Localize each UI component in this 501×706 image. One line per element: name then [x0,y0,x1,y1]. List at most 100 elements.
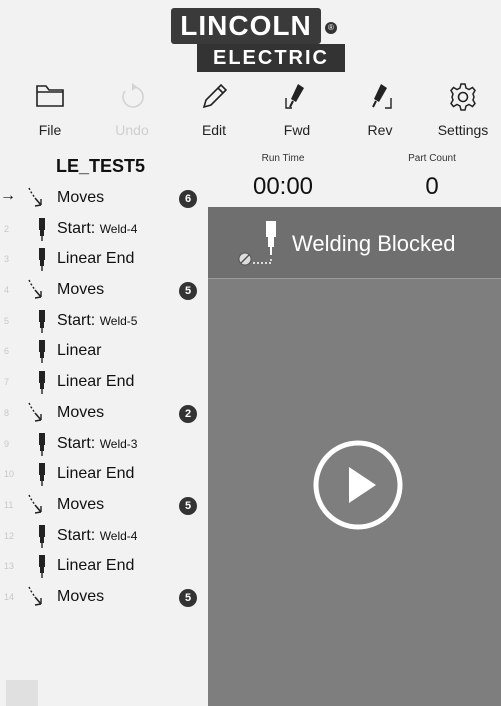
step-row[interactable]: 13 Linear End [0,551,208,582]
step-row[interactable]: 2 Start: Weld-4 [0,214,208,245]
step-number: 13 [4,561,15,572]
settings-button[interactable]: Settings [431,82,495,142]
step-label-main: Linear End [57,465,135,483]
step-label: Linear [57,342,101,360]
moves-icon [21,400,51,426]
step-row[interactable]: 6 Linear [0,336,208,367]
step-label-main: Moves [57,587,105,605]
execution-panel: Welding Blocked [208,207,501,706]
torch-icon [21,369,51,395]
step-list: → Moves 6 2 Start: Weld-4 3 Linear End 4 Moves 5 5… [0,183,208,613]
moves-icon [21,584,51,610]
step-label-main: Start: [57,434,100,452]
step-label: Start: Weld-5 [57,312,137,330]
logo-registered-mark: ® [325,22,337,34]
run-time-label: Run Time [261,153,305,164]
moves-icon [21,492,51,518]
file-button[interactable]: File [18,82,82,142]
step-label-sub: Weld-5 [99,313,138,328]
rev-label: Rev [367,122,393,138]
step-label: Moves [57,189,104,207]
step-label-main: Start: [57,219,100,237]
step-label: Moves [57,404,104,422]
fwd-button[interactable]: Fwd [265,82,329,142]
step-number: 4 [4,285,10,296]
edit-button[interactable]: Edit [182,82,246,142]
gear-icon [431,82,495,116]
step-row[interactable]: 3 Linear End [0,244,208,275]
step-label: Start: Weld-4 [57,220,137,238]
step-label-main: Linear End [57,373,135,391]
step-row[interactable]: 12 Start: Weld-4 [0,521,208,552]
step-number: 9 [4,438,10,449]
step-row[interactable]: 7 Linear End [0,367,208,398]
welding-blocked-icon [236,219,286,267]
step-row[interactable]: 4 Moves 5 [0,275,208,306]
step-label: Start: Weld-3 [57,435,137,453]
step-row[interactable]: 9 Start: Weld-3 [0,429,208,460]
torch-reverse-icon [348,82,412,116]
play-button[interactable] [312,439,404,531]
step-label-sub: Weld-3 [99,436,138,451]
step-label: Linear End [57,465,134,483]
step-label-main: Start: [57,526,100,544]
step-number: 5 [4,315,10,326]
welding-blocked-banner: Welding Blocked [208,207,501,279]
play-icon [313,440,403,530]
torch-icon [21,338,51,364]
step-label-main: Moves [57,403,105,421]
part-count-value: 0 [425,173,439,200]
pencil-icon [182,82,246,116]
torch-forward-icon [265,82,329,116]
step-label: Linear End [57,557,134,575]
step-label: Moves [57,588,104,606]
step-number: 11 [4,499,14,510]
step-label-main: Moves [57,281,105,299]
step-label: Linear End [57,250,134,268]
step-label-main: Linear End [57,557,135,575]
step-row[interactable]: 10 Linear End [0,459,208,490]
move-count-badge: 6 [179,190,197,208]
step-label: Moves [57,496,104,514]
step-row[interactable]: → Moves 6 [0,183,208,214]
torch-icon [21,431,51,457]
folder-icon [18,82,82,116]
step-label-main: Moves [57,189,105,206]
step-label: Moves [57,281,104,299]
logo-line2: ELECTRIC [197,44,345,72]
move-count-badge: 2 [179,404,197,423]
step-number: 7 [4,377,10,388]
move-count-badge: 5 [179,282,197,301]
moves-icon [21,185,51,211]
torch-icon [21,216,51,242]
fwd-label: Fwd [283,122,311,138]
step-number: 8 [4,407,10,418]
step-label: Start: Weld-4 [57,527,137,545]
step-label-main: Linear End [57,250,135,268]
step-row[interactable]: 11 Moves 5 [0,490,208,521]
part-count-label: Part Count [408,153,456,164]
current-step-arrow: → [0,187,16,204]
step-number: 2 [4,223,10,234]
torch-icon [21,523,51,549]
step-label-sub: Weld-4 [99,528,138,543]
undo-icon [100,82,164,116]
step-row[interactable]: 5 Start: Weld-5 [0,306,208,337]
undo-button[interactable]: Undo [100,82,164,142]
corner-handle [6,680,38,706]
step-number: 3 [4,254,10,265]
logo-line1: LINCOLN [171,8,321,44]
step-number: 6 [4,346,10,357]
step-row[interactable]: 8 Moves 2 [0,398,208,429]
step-number: 10 [4,469,15,480]
step-label-main: Start: [57,311,100,329]
run-time-value: 00:00 [252,173,314,200]
step-number: 12 [4,530,15,541]
welding-blocked-text: Welding Blocked [292,231,456,256]
settings-label: Settings [437,122,489,138]
move-count-badge: 5 [179,588,197,607]
edit-label: Edit [201,122,227,138]
file-label: File [38,122,62,138]
step-row[interactable]: 14 Moves 5 [0,582,208,613]
rev-button[interactable]: Rev [348,82,412,142]
